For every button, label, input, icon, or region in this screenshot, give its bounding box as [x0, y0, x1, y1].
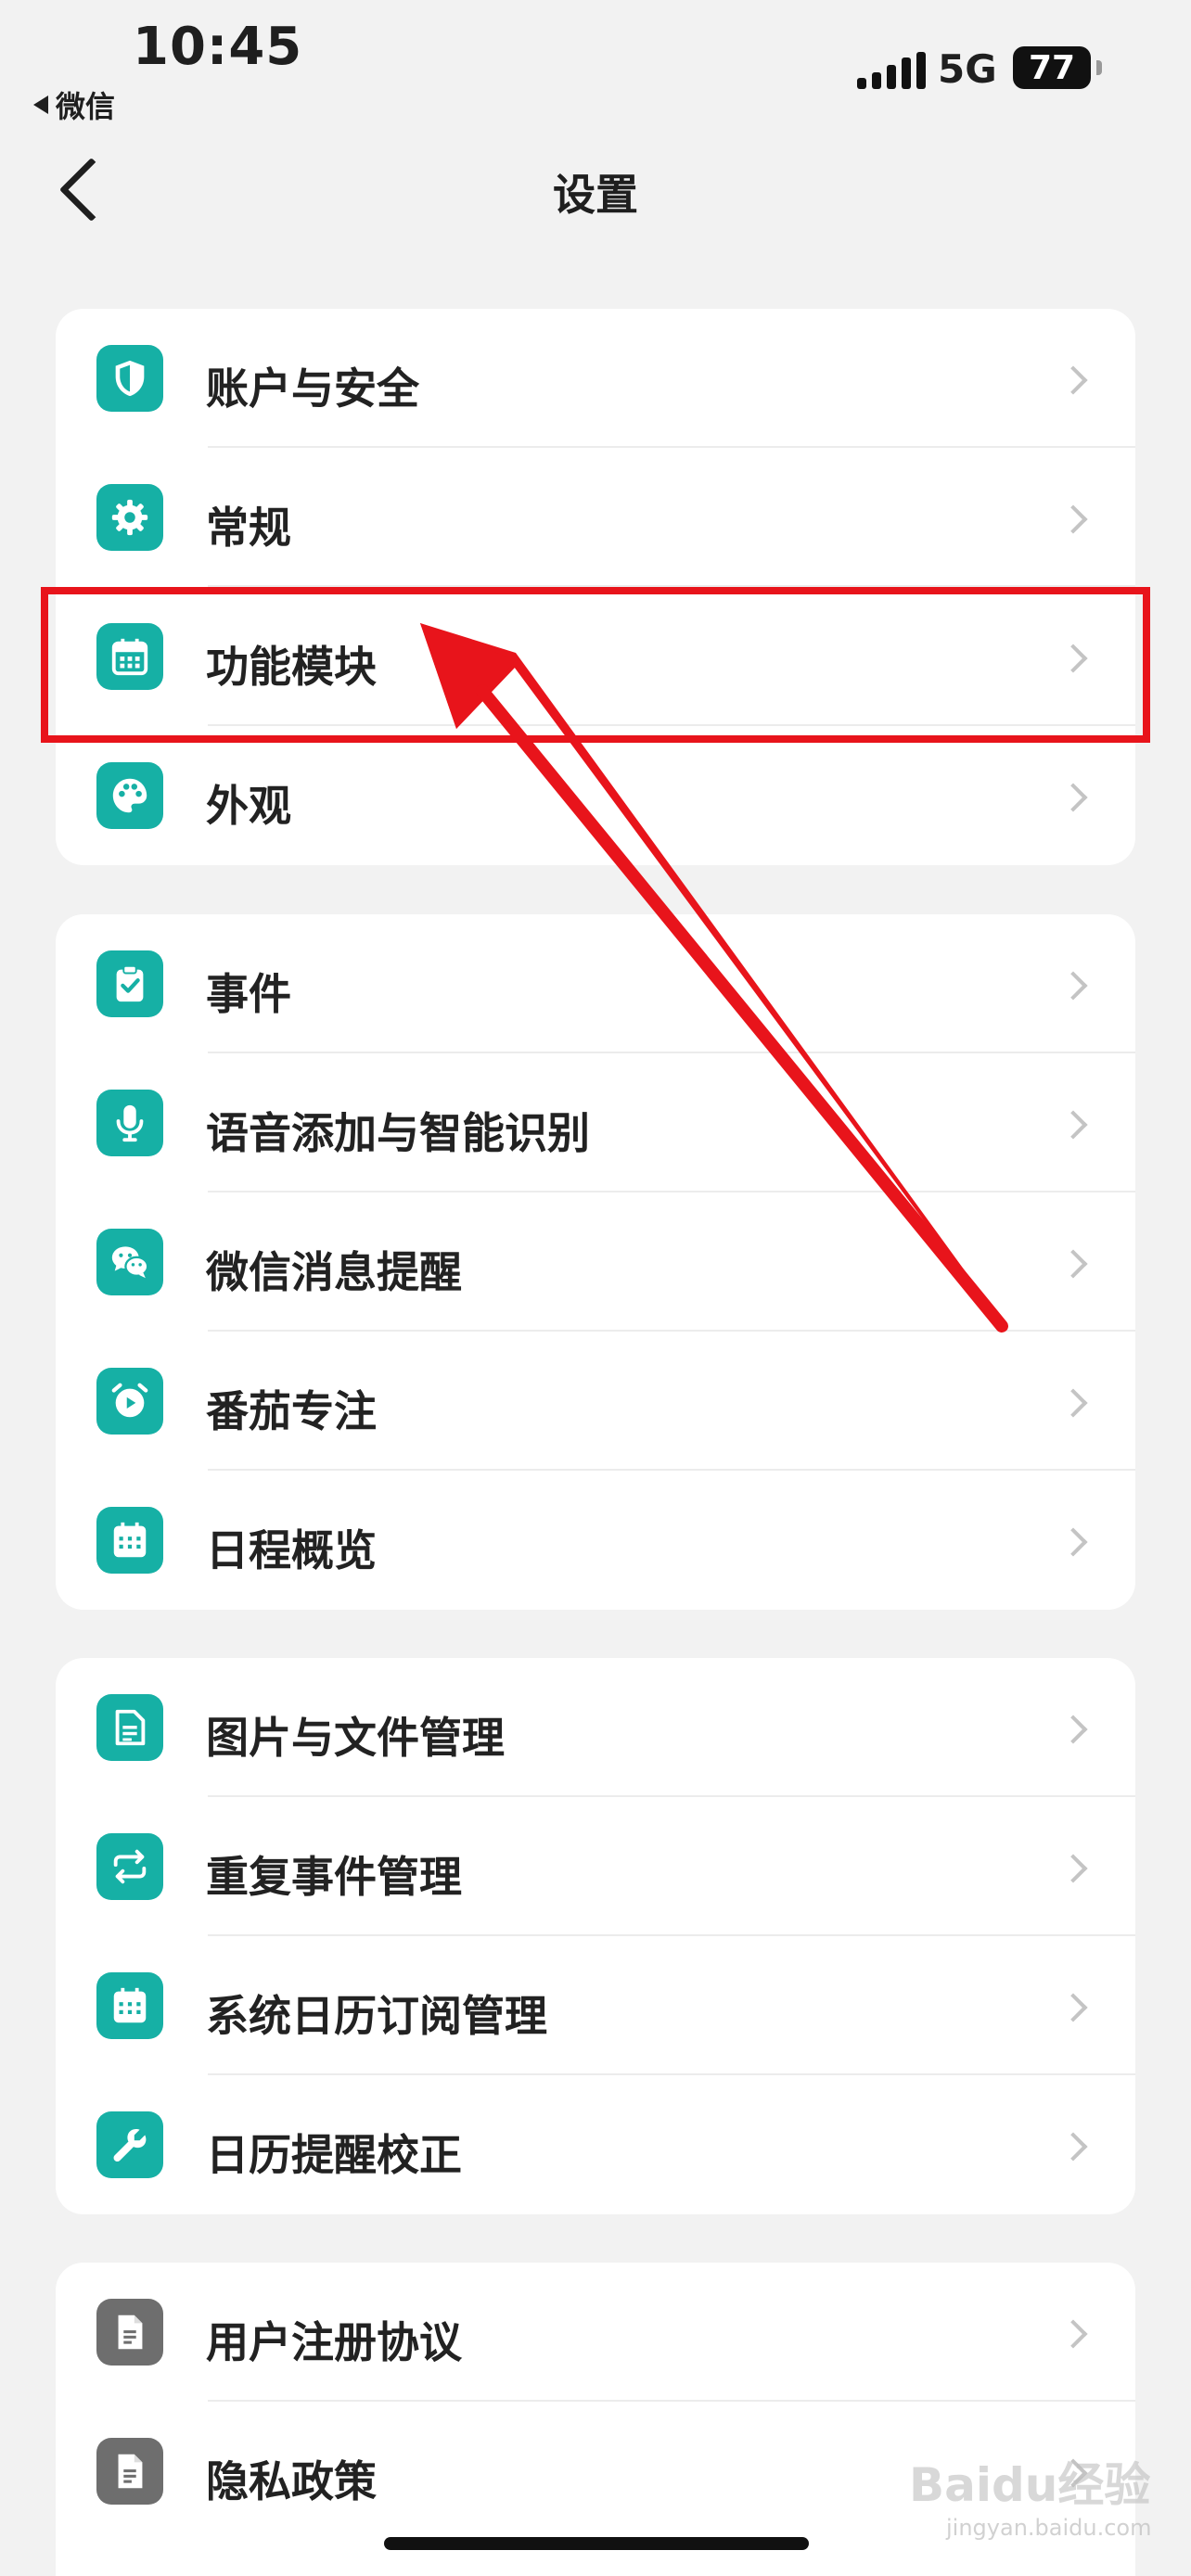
- settings-row-general[interactable]: 常规: [56, 448, 1135, 587]
- signal-icon: [857, 52, 926, 89]
- chevron-right-icon: [1061, 1714, 1089, 1741]
- row-label: 事件: [206, 969, 291, 1019]
- row-label: 图片与文件管理: [206, 1713, 505, 1763]
- chevron-right-icon: [1061, 970, 1089, 998]
- settings-row-calendar-reminder-correction[interactable]: 日历提醒校正: [56, 2075, 1135, 2214]
- row-label: 账户与安全: [206, 363, 419, 414]
- clipboard-check-icon: [96, 950, 163, 1017]
- settings-row-voice-recognition[interactable]: 语音添加与智能识别: [56, 1053, 1135, 1192]
- row-label: 日历提醒校正: [206, 2130, 462, 2180]
- shield-icon: [96, 345, 163, 412]
- settings-row-image-file-management[interactable]: 图片与文件管理: [56, 1658, 1135, 1797]
- home-indicator[interactable]: [384, 2537, 809, 2550]
- wrench-icon: [96, 2111, 163, 2178]
- row-label: 隐私政策: [206, 2456, 377, 2506]
- settings-group-events: 事件 语音添加与智能识别 微信消息提醒 番茄专注 日程概览: [56, 914, 1135, 1610]
- file-icon: [96, 2299, 163, 2366]
- settings-row-account-security[interactable]: 账户与安全: [56, 309, 1135, 448]
- chevron-right-icon: [1061, 782, 1089, 810]
- back-to-app-link[interactable]: 微信: [33, 83, 115, 126]
- back-triangle-icon: [33, 96, 48, 114]
- file-icon: [96, 2438, 163, 2505]
- network-type: 5G: [938, 46, 997, 92]
- document-icon: [96, 1694, 163, 1761]
- repeat-icon: [96, 1833, 163, 1900]
- chevron-right-icon: [1061, 1526, 1089, 1554]
- chevron-right-icon: [1061, 1853, 1089, 1881]
- row-label: 用户注册协议: [206, 2317, 462, 2367]
- settings-row-calendar-subscription[interactable]: 系统日历订阅管理: [56, 1936, 1135, 2075]
- chevron-right-icon: [1061, 2318, 1089, 2346]
- microphone-icon: [96, 1090, 163, 1156]
- row-label: 日程概览: [206, 1525, 377, 1575]
- page-title: 设置: [553, 170, 638, 220]
- battery-level: 77: [1028, 48, 1076, 87]
- status-bar: 10:45 微信 5G 77: [0, 0, 1191, 130]
- chevron-right-icon: [1061, 1992, 1089, 2020]
- calendar-grid-icon: [96, 1972, 163, 2039]
- row-label: 语音添加与智能识别: [206, 1108, 590, 1158]
- chevron-right-icon: [1061, 2131, 1089, 2159]
- row-label: 系统日历订阅管理: [206, 1991, 547, 2041]
- row-label: 微信消息提醒: [206, 1247, 462, 1297]
- battery-icon: 77: [1013, 46, 1102, 89]
- row-label: 常规: [206, 503, 291, 553]
- settings-row-appearance[interactable]: 外观: [56, 726, 1135, 865]
- back-app-label: 微信: [56, 89, 116, 124]
- chevron-right-icon: [1061, 364, 1089, 392]
- chevron-right-icon: [1061, 1248, 1089, 1276]
- status-time: 10:45: [133, 17, 303, 77]
- settings-row-events[interactable]: 事件: [56, 914, 1135, 1053]
- watermark-url: jingyan.baidu.com: [946, 2515, 1152, 2541]
- alarm-clock-icon: [96, 1368, 163, 1435]
- calendar-grid-icon: [96, 1507, 163, 1574]
- chevron-right-icon: [1061, 1387, 1089, 1415]
- watermark-logo: Baidu经验: [909, 2458, 1151, 2512]
- settings-row-user-agreement[interactable]: 用户注册协议: [56, 2263, 1135, 2402]
- settings-group-management: 图片与文件管理 重复事件管理 系统日历订阅管理 日历提醒校正: [56, 1658, 1135, 2214]
- chevron-right-icon: [1061, 504, 1089, 531]
- palette-icon: [96, 762, 163, 829]
- row-label: 番茄专注: [206, 1386, 377, 1436]
- row-label: 外观: [206, 781, 291, 831]
- settings-row-schedule-overview[interactable]: 日程概览: [56, 1471, 1135, 1610]
- settings-row-repeat-event-management[interactable]: 重复事件管理: [56, 1797, 1135, 1936]
- settings-row-pomodoro[interactable]: 番茄专注: [56, 1332, 1135, 1471]
- chevron-right-icon: [1061, 1109, 1089, 1137]
- gear-icon: [96, 484, 163, 551]
- settings-row-wechat-reminder[interactable]: 微信消息提醒: [56, 1192, 1135, 1332]
- wechat-icon: [96, 1229, 163, 1295]
- nav-bar: 设置: [0, 130, 1191, 260]
- highlight-box: [41, 587, 1150, 743]
- row-label: 重复事件管理: [206, 1852, 462, 1902]
